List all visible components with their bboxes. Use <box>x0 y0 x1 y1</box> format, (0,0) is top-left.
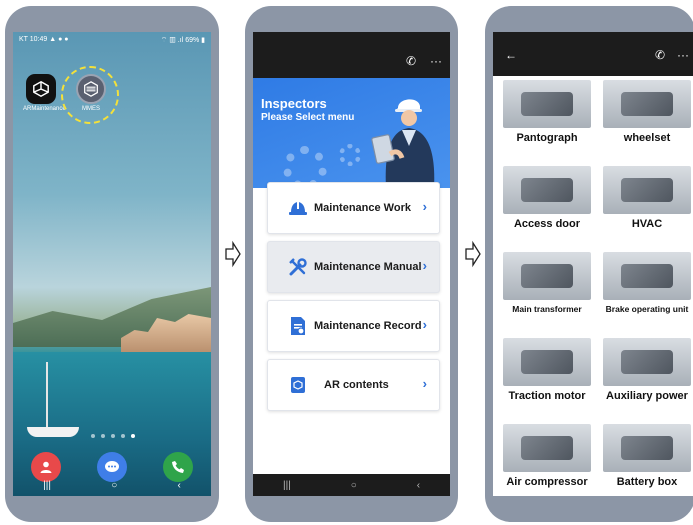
component-auxiliary-power[interactable]: Auxiliary power <box>599 336 693 418</box>
figure: KT 10:49 ▲ ● ● ⌔ ▥ .ıl 69% ▮ ARMaintenan… <box>0 0 693 525</box>
page-dot <box>111 434 115 438</box>
menu-item-label: Maintenance Record <box>314 320 422 332</box>
call-icon[interactable]: ✆ <box>406 54 416 68</box>
home-button[interactable]: ○ <box>351 480 357 491</box>
component-image <box>503 80 591 128</box>
component-label: Brake operating unit <box>605 304 689 314</box>
phone-home: KT 10:49 ▲ ● ● ⌔ ▥ .ıl 69% ▮ ARMaintenan… <box>5 6 219 522</box>
status-right: ⌔ ▥ .ıl 69% ▮ <box>160 37 205 44</box>
app-label: ARMaintenance <box>23 106 66 112</box>
hardhat-icon <box>288 198 308 218</box>
menu-item-maintenance-record[interactable]: Maintenance Record › <box>267 300 440 352</box>
back-button[interactable]: ‹ <box>417 480 420 491</box>
menu-item-maintenance-manual[interactable]: Maintenance Manual › <box>267 241 440 293</box>
more-options-icon[interactable]: ··· <box>430 54 442 68</box>
status-bar: KT 10:49 ▲ ● ● ⌔ ▥ .ıl 69% ▮ <box>19 36 205 48</box>
component-image <box>603 424 691 472</box>
component-grid: Pantograph wheelset Access door HVAC Mai… <box>499 78 693 496</box>
components-screen: ← ✆ ··· Pantograph wheelset Access door <box>493 32 693 496</box>
back-button[interactable]: ‹ <box>178 480 181 491</box>
menu-screen: ✆ ··· Inspectors Please Select menu Main… <box>253 32 450 496</box>
record-icon <box>288 316 308 336</box>
hero-subtitle: Please Select menu <box>261 112 355 123</box>
back-arrow-icon[interactable]: ← <box>505 48 517 62</box>
arrow-right-icon <box>465 240 481 268</box>
toolbar-actions: ✆ ··· <box>655 48 689 62</box>
component-air-compressor[interactable]: Air compressor <box>499 422 595 496</box>
page-dot <box>121 434 125 438</box>
navigation-bar: ||| ○ ‹ <box>13 474 211 496</box>
component-label: Auxiliary power <box>606 390 688 402</box>
component-label: Pantograph <box>516 132 578 144</box>
component-access-door[interactable]: Access door <box>499 164 595 246</box>
sailboat-hull <box>27 427 79 437</box>
component-image <box>503 424 591 472</box>
unity-logo-icon <box>26 74 56 104</box>
app-armaintenance[interactable]: ARMaintenance <box>23 74 66 112</box>
component-image <box>603 80 691 128</box>
main-menu: Maintenance Work › Maintenance Manual › … <box>267 182 440 418</box>
component-battery-box[interactable]: Battery box <box>599 422 693 496</box>
hero-title: Inspectors <box>261 96 327 111</box>
menu-item-label: Maintenance Manual <box>314 261 422 273</box>
gear-icon <box>339 144 361 166</box>
page-dot <box>91 434 95 438</box>
page-dot <box>101 434 105 438</box>
component-image <box>603 166 691 214</box>
component-main-transformer[interactable]: Main transformer <box>499 250 595 332</box>
status-left: KT 10:49 ▲ ● ● <box>19 36 69 48</box>
component-image <box>603 252 691 300</box>
component-label: wheelset <box>623 132 671 144</box>
component-wheelset[interactable]: wheelset <box>599 78 693 160</box>
hero-banner: Inspectors Please Select menu <box>253 78 450 188</box>
recents-button[interactable]: ||| <box>43 480 51 491</box>
component-label: HVAC <box>631 218 663 230</box>
chevron-right-icon: › <box>422 258 427 273</box>
component-label: Access door <box>513 218 581 230</box>
app-toolbar: ← ✆ ··· <box>493 32 693 76</box>
app-toolbar: ✆ ··· <box>253 32 450 78</box>
page-dot-active <box>131 434 135 438</box>
component-label: Battery box <box>616 476 678 488</box>
recents-button[interactable]: ||| <box>283 480 291 491</box>
component-brake-operating-unit[interactable]: Brake operating unit <box>599 250 693 332</box>
status-icons: ▲ ● ● <box>49 36 69 43</box>
phone-menu: ✆ ··· Inspectors Please Select menu Main… <box>245 6 458 522</box>
navigation-bar: ||| ○ ‹ <box>253 474 450 496</box>
page-indicator <box>91 434 135 438</box>
home-screen: KT 10:49 ▲ ● ● ⌔ ▥ .ıl 69% ▮ ARMaintenan… <box>13 32 211 496</box>
component-traction-motor[interactable]: Traction motor <box>499 336 595 418</box>
component-hvac[interactable]: HVAC <box>599 164 693 246</box>
home-button[interactable]: ○ <box>111 480 117 491</box>
toolbar-actions: ✆ ··· <box>406 54 442 68</box>
inspector-illustration <box>371 99 435 188</box>
menu-item-label: Maintenance Work <box>314 202 411 214</box>
more-options-icon[interactable]: ··· <box>677 48 689 62</box>
component-image <box>503 338 591 386</box>
chevron-right-icon: › <box>422 199 427 214</box>
menu-item-label: AR contents <box>324 379 389 391</box>
status-time: KT 10:49 <box>19 36 48 43</box>
arrow-right-icon <box>225 240 241 268</box>
component-image <box>603 338 691 386</box>
component-image <box>503 166 591 214</box>
tools-icon <box>288 257 308 277</box>
menu-item-ar-contents[interactable]: AR contents › <box>267 359 440 411</box>
ar-cube-icon <box>288 375 308 395</box>
call-icon[interactable]: ✆ <box>655 48 665 62</box>
component-label: Main transformer <box>512 304 582 314</box>
component-label: Traction motor <box>508 390 586 402</box>
phone-components: ← ✆ ··· Pantograph wheelset Access door <box>485 6 693 522</box>
menu-item-maintenance-work[interactable]: Maintenance Work › <box>267 182 440 234</box>
chevron-right-icon: › <box>422 317 427 332</box>
component-label: Air compressor <box>506 476 588 488</box>
sailboat-mast <box>46 362 48 432</box>
selection-highlight <box>61 66 119 124</box>
chevron-right-icon: › <box>422 376 427 391</box>
component-image <box>503 252 591 300</box>
component-pantograph[interactable]: Pantograph <box>499 78 595 160</box>
